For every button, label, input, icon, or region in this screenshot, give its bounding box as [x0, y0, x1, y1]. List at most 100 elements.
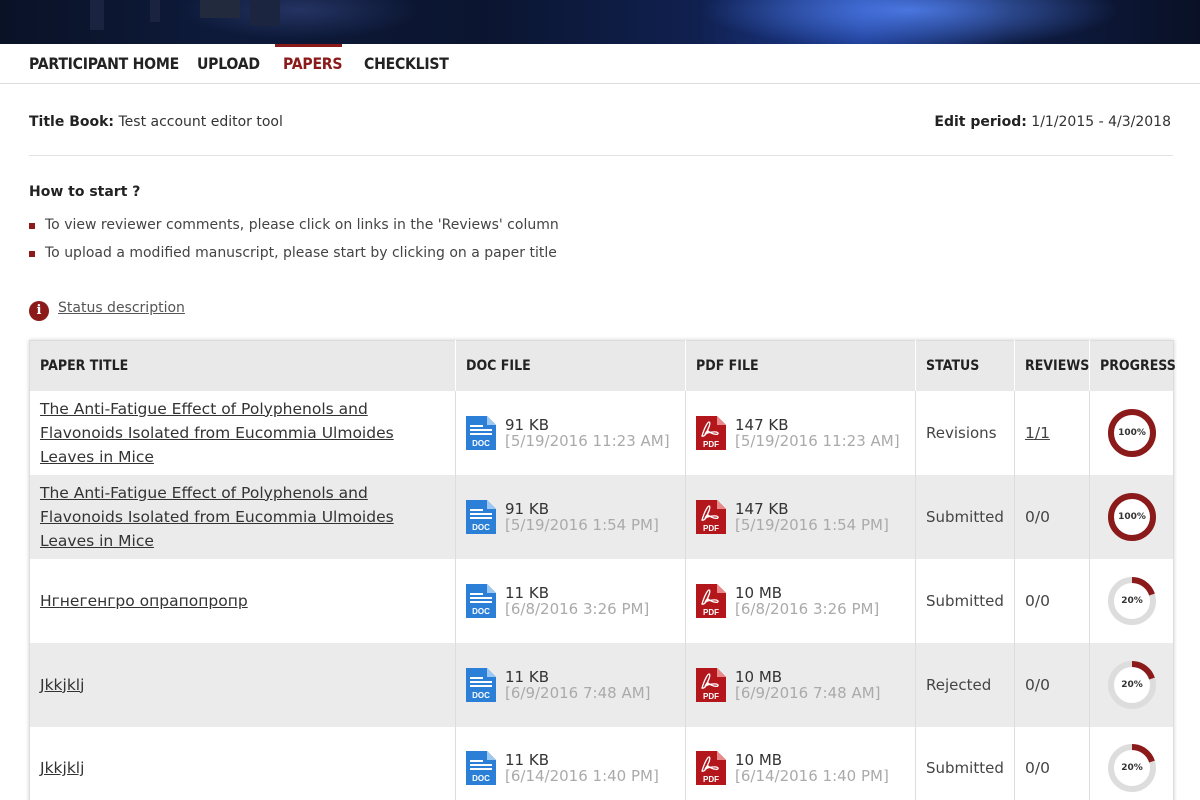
- paper-title-cell: Jkkjklj: [29, 726, 456, 800]
- header-banner: [0, 0, 1200, 44]
- progress-label: 20%: [1121, 763, 1143, 774]
- nav-upload[interactable]: UPLOAD: [197, 47, 260, 86]
- doc-file-cell: DOC 91 KB [5/19/2016 11:23 AM]: [455, 390, 686, 475]
- pdf-file-icon[interactable]: PDF: [696, 499, 726, 534]
- doc-file-link[interactable]: DOC 91 KB [5/19/2016 1:54 PM]: [466, 499, 675, 534]
- paper-title-link[interactable]: Jkkjklj: [40, 759, 84, 777]
- howto-list: To view reviewer comments, please click …: [29, 214, 559, 270]
- progress-ring: 20%: [1106, 575, 1158, 627]
- pdf-file-size: 10 MB: [735, 751, 783, 770]
- paper-title-cell: Jkkjklj: [29, 642, 456, 727]
- divider: [29, 155, 1173, 156]
- progress-cell: 100%: [1089, 474, 1174, 559]
- doc-file-icon[interactable]: DOC: [466, 415, 496, 450]
- pdf-file-cell: PDF 147 KB [5/19/2016 11:23 AM]: [685, 390, 916, 475]
- pdf-file-cell: PDF 10 MB [6/8/2016 3:26 PM]: [685, 558, 916, 643]
- header-reviews[interactable]: REVIEWS: [1014, 340, 1090, 391]
- title-book-label: Title Book:: [29, 114, 115, 130]
- status-text: Rejected: [926, 675, 992, 694]
- table-row: Jkkjklj DOC 11 KB [6/9/2016 7:48 AM] PDF…: [29, 642, 1174, 727]
- table-row: The Anti-Fatigue Effect of Polyphenols a…: [29, 474, 1174, 559]
- paper-title-link[interactable]: The Anti-Fatigue Effect of Polyphenols a…: [40, 484, 394, 550]
- status-text: Submitted: [926, 591, 1004, 610]
- title-book: Title Book: Test account editor tool: [29, 114, 283, 130]
- status-description-link[interactable]: Status description: [58, 300, 185, 316]
- pdf-file-icon[interactable]: PDF: [696, 583, 726, 618]
- pdf-file-size: 10 MB: [735, 667, 783, 686]
- reviews-value[interactable]: 1/1: [1025, 424, 1050, 442]
- pdf-file-link[interactable]: PDF 10 MB [6/9/2016 7:48 AM]: [696, 667, 905, 702]
- doc-file-size: 91 KB: [505, 415, 549, 434]
- progress-label: 20%: [1121, 595, 1143, 606]
- reviews-value: 0/0: [1025, 675, 1050, 694]
- reviews-cell: 0/0: [1014, 726, 1090, 800]
- header-progress[interactable]: PROGRESS: [1089, 340, 1176, 391]
- pdf-file-icon[interactable]: PDF: [696, 667, 726, 702]
- pdf-file-link[interactable]: PDF 10 MB [6/14/2016 1:40 PM]: [696, 751, 905, 786]
- status-cell: Submitted: [915, 474, 1015, 559]
- nav-papers[interactable]: PAPERS: [283, 47, 343, 86]
- reviews-value: 0/0: [1025, 591, 1050, 610]
- title-book-value: Test account editor tool: [118, 114, 283, 130]
- pdf-file-size: 147 KB: [735, 499, 789, 518]
- pdf-file-icon[interactable]: PDF: [696, 415, 726, 450]
- pdf-file-link[interactable]: PDF 147 KB [5/19/2016 11:23 AM]: [696, 415, 905, 450]
- svg-text:DOC: DOC: [472, 607, 490, 616]
- papers-table: PAPER TITLE DOC FILE PDF FILE STATUS REV…: [29, 340, 1176, 800]
- progress-ring: 100%: [1106, 407, 1158, 459]
- status-cell: Submitted: [915, 558, 1015, 643]
- active-tab-indicator: [275, 44, 342, 47]
- doc-file-icon[interactable]: DOC: [466, 667, 496, 702]
- pdf-file-date: [5/19/2016 11:23 AM]: [735, 431, 900, 450]
- doc-file-date: [6/8/2016 3:26 PM]: [505, 599, 650, 618]
- reviews-value: 0/0: [1025, 759, 1050, 778]
- pdf-file-link[interactable]: PDF 147 KB [5/19/2016 1:54 PM]: [696, 499, 905, 534]
- pdf-file-cell: PDF 10 MB [6/9/2016 7:48 AM]: [685, 642, 916, 727]
- howto-item: To upload a modified manuscript, please …: [29, 242, 559, 270]
- doc-file-cell: DOC 11 KB [6/14/2016 1:40 PM]: [455, 726, 686, 800]
- progress-label: 20%: [1121, 679, 1143, 690]
- reviews-cell: 0/0: [1014, 642, 1090, 727]
- doc-file-link[interactable]: DOC 11 KB [6/14/2016 1:40 PM]: [466, 751, 675, 786]
- doc-file-cell: DOC 11 KB [6/9/2016 7:48 AM]: [455, 642, 686, 727]
- doc-file-link[interactable]: DOC 91 KB [5/19/2016 11:23 AM]: [466, 415, 675, 450]
- pdf-file-link[interactable]: PDF 10 MB [6/8/2016 3:26 PM]: [696, 583, 905, 618]
- paper-title-link[interactable]: The Anti-Fatigue Effect of Polyphenols a…: [40, 400, 394, 466]
- doc-file-size: 91 KB: [505, 499, 549, 518]
- pdf-file-date: [6/14/2016 1:40 PM]: [735, 767, 889, 786]
- pdf-file-icon[interactable]: PDF: [696, 751, 726, 786]
- reviews-cell: 1/1: [1014, 390, 1090, 475]
- pdf-file-date: [6/9/2016 7:48 AM]: [735, 683, 881, 702]
- header-status[interactable]: STATUS: [915, 340, 1015, 391]
- nav-checklist[interactable]: CHECKLIST: [364, 47, 449, 86]
- howto-item: To view reviewer comments, please click …: [29, 214, 559, 242]
- nav-participant-home[interactable]: PARTICIPANT HOME: [29, 47, 179, 86]
- doc-file-icon[interactable]: DOC: [466, 751, 496, 786]
- paper-title-cell: The Anti-Fatigue Effect of Polyphenols a…: [29, 474, 456, 559]
- svg-text:PDF: PDF: [703, 608, 719, 617]
- header-paper-title[interactable]: PAPER TITLE: [29, 340, 456, 391]
- table-row: The Anti-Fatigue Effect of Polyphenols a…: [29, 390, 1174, 475]
- table-header-row: PAPER TITLE DOC FILE PDF FILE STATUS REV…: [29, 340, 1176, 391]
- header-doc-file[interactable]: DOC FILE: [455, 340, 686, 391]
- edit-period-value: 1/1/2015 - 4/3/2018: [1031, 114, 1171, 130]
- reviews-cell: 0/0: [1014, 474, 1090, 559]
- progress-cell: 20%: [1089, 642, 1174, 727]
- doc-file-link[interactable]: DOC 11 KB [6/8/2016 3:26 PM]: [466, 583, 675, 618]
- progress-ring: 100%: [1106, 491, 1158, 543]
- edit-period-label: Edit period:: [934, 114, 1027, 130]
- doc-file-date: [5/19/2016 1:54 PM]: [505, 515, 659, 534]
- svg-text:PDF: PDF: [703, 440, 719, 449]
- paper-title-link[interactable]: Нгнегенгро опрапопропр: [40, 592, 248, 610]
- progress-label: 100%: [1118, 427, 1146, 438]
- status-cell: Revisions: [915, 390, 1015, 475]
- doc-file-icon[interactable]: DOC: [466, 583, 496, 618]
- header-pdf-file[interactable]: PDF FILE: [685, 340, 916, 391]
- doc-file-icon[interactable]: DOC: [466, 499, 496, 534]
- doc-file-cell: DOC 11 KB [6/8/2016 3:26 PM]: [455, 558, 686, 643]
- pdf-file-cell: PDF 10 MB [6/14/2016 1:40 PM]: [685, 726, 916, 800]
- doc-file-link[interactable]: DOC 11 KB [6/9/2016 7:48 AM]: [466, 667, 675, 702]
- paper-title-link[interactable]: Jkkjklj: [40, 676, 84, 694]
- status-text: Submitted: [926, 507, 1004, 526]
- edit-period: Edit period: 1/1/2015 - 4/3/2018: [934, 114, 1171, 130]
